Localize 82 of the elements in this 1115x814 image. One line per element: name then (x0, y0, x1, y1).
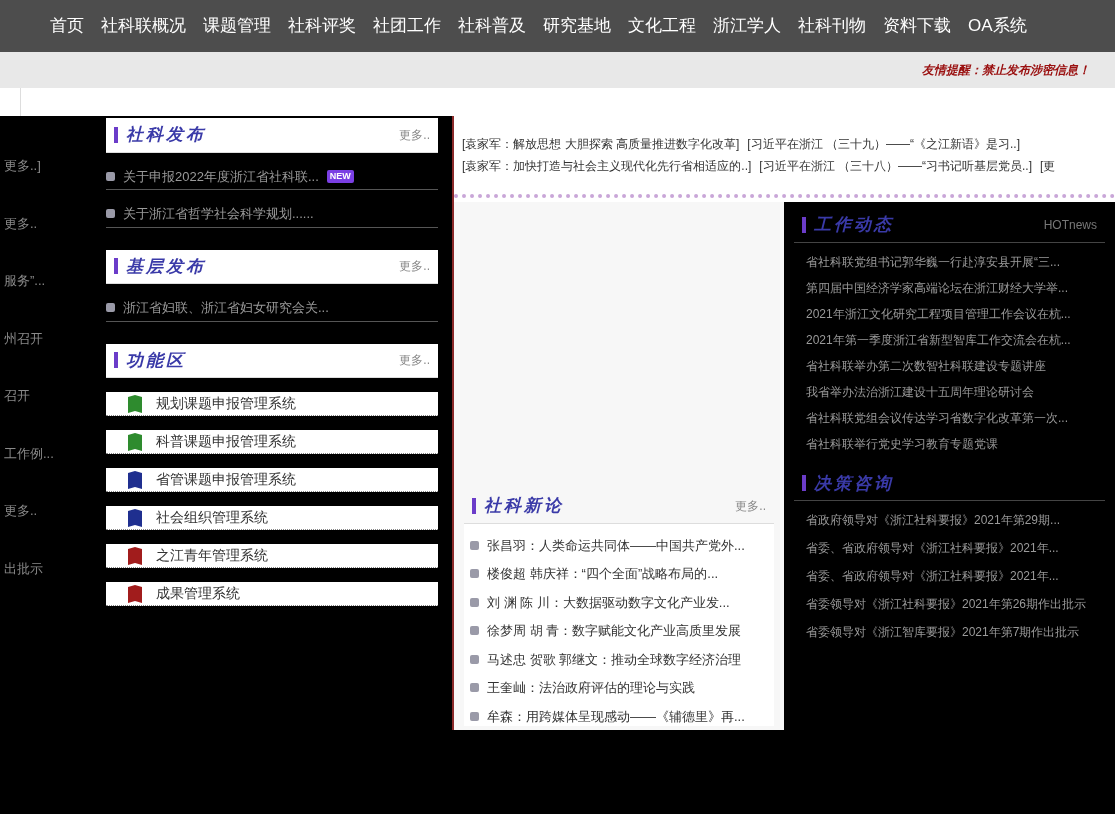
heading-bar-icon (114, 126, 118, 143)
system-link[interactable]: 规划课题申报管理系统 (106, 392, 438, 416)
article-link[interactable]: 牟森：用跨媒体呈现感动——《辅德里》再... (487, 706, 745, 726)
article-link[interactable]: 马述忠 贺歌 郭继文：推动全球数字经济治理 (487, 649, 742, 669)
heading-bar-icon (114, 258, 118, 275)
news-link[interactable]: 省社科联党组书记郭华巍一行赴淳安县开展“三... (794, 252, 1105, 271)
hot-news-label: HOTnews (1043, 216, 1097, 234)
more-link[interactable]: 更多.. (399, 351, 430, 370)
section-title: 社科发布 (126, 124, 206, 146)
news-link[interactable]: 第四届中国经济学家高端论坛在浙江财经大学举... (794, 278, 1105, 297)
notice-text: 友情提醒：禁止发布涉密信息！ (922, 62, 1090, 79)
article-link[interactable]: 刘 渊 陈 川：大数据驱动数字文化产业发... (487, 592, 730, 612)
headline-link[interactable]: [习近平在浙江 （三十九）——“《之江新语》是习..] (747, 135, 1020, 153)
bullet-icon (470, 683, 479, 693)
section-title: 决策咨询 (814, 472, 894, 495)
bullet-icon (470, 569, 479, 579)
nav-link[interactable]: 浙江学人 (713, 13, 781, 39)
cut-off-text: 更多.. (4, 502, 39, 520)
bullet-icon (470, 597, 479, 607)
bullet-icon (106, 209, 115, 219)
news-link[interactable]: 省社科联举办第二次数智社科联建设专题讲座 (794, 356, 1105, 375)
nav-link[interactable]: 课题管理 (203, 13, 271, 39)
nav-link[interactable]: 社科普及 (458, 13, 526, 39)
section-title: 基层发布 (126, 255, 206, 278)
bullet-icon (470, 540, 479, 550)
news-link[interactable]: 省委领导对《浙江社科要报》2021年第26期作出批示 (794, 595, 1105, 613)
news-link[interactable]: 浙江省妇联、浙江省妇女研究会关... (123, 298, 329, 318)
cut-off-text: 州召开 (4, 329, 44, 348)
system-link[interactable]: 省管课题申报管理系统 (106, 468, 438, 492)
nav-link[interactable]: 研究基地 (543, 13, 611, 39)
cut-off-text: 服务”... (4, 272, 47, 290)
cut-off-text: 召开 (4, 387, 31, 405)
nav-link[interactable]: 社科刊物 (798, 13, 866, 39)
section-title: 功能区 (126, 349, 186, 372)
article-link[interactable]: 张昌羽：人类命运共同体——中国共产党外... (487, 535, 745, 555)
headline-link[interactable]: [袁家军：解放思想 大胆探索 高质量推进数字化改革] (462, 135, 740, 153)
news-link[interactable]: 2021年浙江文化研究工程项目管理工作会议在杭... (794, 304, 1105, 323)
headline-link[interactable]: [袁家军：加快打造与社会主义现代化先行省相适应的..] (462, 157, 752, 175)
news-link[interactable]: 省社科联举行党史学习教育专题党课 (794, 434, 1105, 453)
section-title: 社科新论 (484, 495, 564, 517)
headline-link[interactable]: [习近平在浙江 （三十八）——“习书记听基层党员..] (759, 157, 1032, 175)
nav-link[interactable]: OA系统 (968, 13, 1027, 39)
headline-link[interactable]: [更 (1040, 157, 1056, 175)
heading-bar-icon (114, 352, 118, 369)
bullet-icon (470, 711, 479, 721)
bullet-icon (470, 654, 479, 664)
news-link[interactable]: 我省举办法治浙江建设十五周年理论研讨会 (794, 382, 1105, 401)
news-link[interactable]: 省社科联党组会议传达学习省数字化改革第一次... (794, 408, 1105, 427)
system-link[interactable]: 社会组织管理系统 (106, 506, 438, 530)
section-title: 工作动态 (814, 214, 894, 236)
nav-link[interactable]: 社科联概况 (101, 13, 186, 39)
heading-bar-icon (802, 475, 806, 492)
more-link[interactable]: 更多.. (399, 257, 430, 276)
nav-link[interactable]: 文化工程 (628, 13, 696, 39)
heading-bar-icon (472, 497, 476, 514)
nav-link[interactable]: 资料下载 (883, 13, 951, 39)
system-link[interactable]: 成果管理系统 (106, 582, 438, 606)
nav-link[interactable]: 社团工作 (373, 13, 441, 39)
nav-link[interactable]: 首页 (50, 13, 84, 39)
bullet-icon (106, 303, 115, 313)
news-link[interactable]: 关于浙江省哲学社会科学规划...... (123, 204, 314, 224)
cut-off-text: 更多..] (4, 157, 42, 175)
news-link[interactable]: 省政府领导对《浙江社科要报》2021年第29期... (794, 511, 1105, 529)
new-badge: NEW (326, 169, 354, 183)
cut-off-text: 工作例... (4, 444, 55, 463)
article-link[interactable]: 王奎屾：法治政府评估的理论与实践 (487, 678, 695, 698)
article-link[interactable]: 徐梦周 胡 青：数字赋能文化产业高质里发展 (487, 621, 742, 641)
cut-off-text: 出批示 (4, 559, 44, 578)
heading-bar-icon (802, 216, 806, 233)
article-link[interactable]: 楼俊超 韩庆祥：“四个全面”战略布局的... (487, 564, 719, 584)
news-link[interactable]: 省委、省政府领导对《浙江社科要报》2021年... (794, 539, 1105, 557)
news-link[interactable]: 关于申报2022年度浙江省社科联... (123, 166, 319, 186)
bullet-icon (106, 171, 115, 181)
news-link[interactable]: 省委、省政府领导对《浙江社科要报》2021年... (794, 567, 1105, 585)
system-link[interactable]: 之江青年管理系统 (106, 544, 438, 568)
nav-link[interactable]: 社科评奖 (288, 13, 356, 39)
news-link[interactable]: 省委领导对《浙江智库要报》2021年第7期作出批示 (794, 623, 1105, 641)
news-link[interactable]: 2021年第一季度浙江省新型智库工作交流会在杭... (794, 330, 1105, 349)
cut-off-text: 更多.. (4, 214, 39, 233)
bullet-icon (470, 626, 479, 636)
more-link[interactable]: 更多.. (399, 125, 430, 144)
system-link[interactable]: 科普课题申报管理系统 (106, 430, 438, 454)
